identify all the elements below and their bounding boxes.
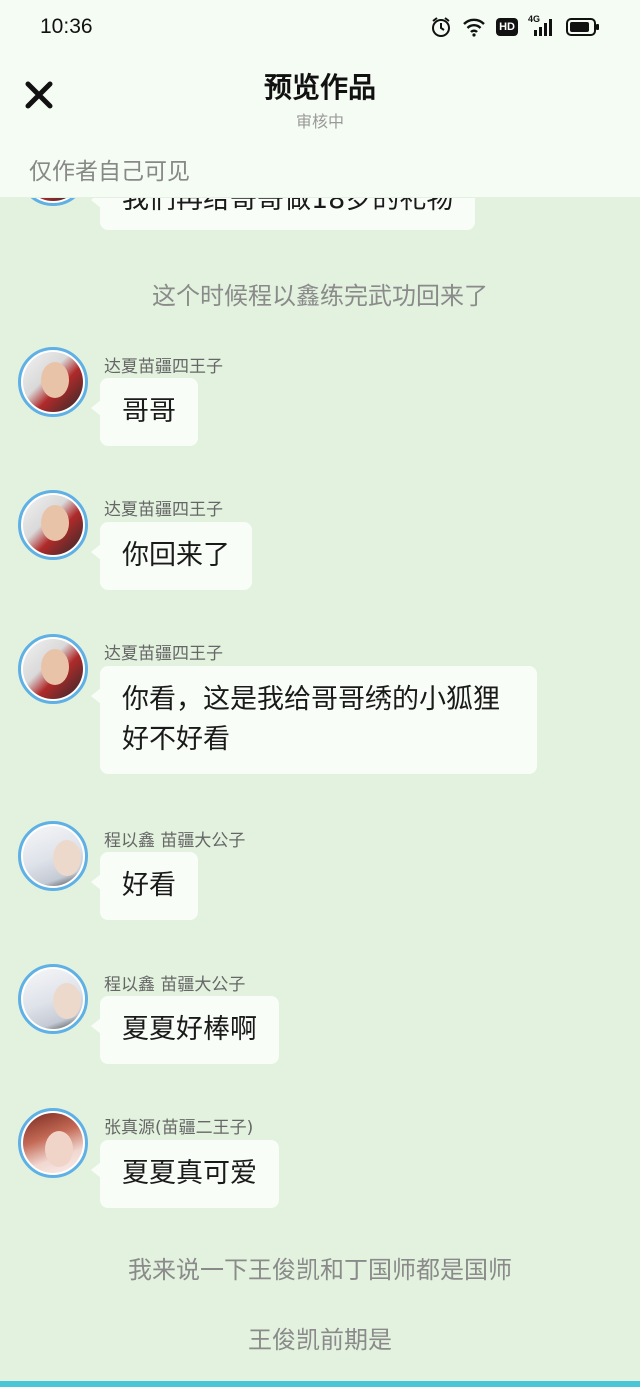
message-bubble: 我们再给哥哥做18岁的礼物 [90,198,476,230]
message-bubble[interactable]: 你回来了 [91,522,252,590]
battery-icon [566,17,600,37]
narration-text: 我来说一下王俊凯和丁国师都是国师 [128,1256,512,1284]
review-status: 审核中 [295,112,344,131]
message-bubble[interactable]: 哥哥 [91,378,198,446]
message-bubble[interactable]: 夏夏好棒啊 [91,996,279,1064]
page-title: 预览作品 [263,71,376,104]
sender-name: 达夏苗疆四王子 [104,357,223,377]
message-bubble[interactable]: 好看 [91,852,198,920]
narration-text: 这个时候程以鑫练完武功回来了 [152,282,488,310]
avatar-red-costume[interactable] [18,347,88,417]
avatar-red-costume[interactable] [18,634,88,704]
sender-name: 程以鑫 苗疆大公子 [104,975,246,995]
avatar[interactable] [18,198,88,206]
message-bubble[interactable]: 你看，这是我给哥哥绣的小狐狸好不好看 [91,666,537,774]
signal-4g-icon: 4G [528,14,556,38]
sender-name: 达夏苗疆四王子 [104,500,223,520]
alarm-icon [430,16,452,38]
message-bubble[interactable]: 夏夏真可爱 [91,1140,279,1208]
avatar-white-robe[interactable] [18,964,88,1034]
visibility-note: 仅作者自己可见 [29,159,190,185]
sender-name: 程以鑫 苗疆大公子 [104,831,246,851]
status-time: 10:36 [40,15,93,38]
bottom-accent-bar [0,1381,640,1387]
wifi-icon [462,17,486,37]
sender-name: 达夏苗疆四王子 [104,644,223,664]
avatar-red-costume[interactable] [18,490,88,560]
narration-text: 王俊凯前期是 [248,1326,392,1354]
header: 预览作品 审核中 仅作者自己可见 [0,56,640,198]
chat-area[interactable]: 我们再给哥哥做18岁的礼物 这个时候程以鑫练完武功回来了 达夏苗疆四王子 哥哥 … [0,198,640,1381]
avatar-pink-robe[interactable] [18,1108,88,1178]
avatar-white-robe[interactable] [18,821,88,891]
status-icons: HD 4G [430,14,600,38]
hd-icon: HD [496,18,518,36]
status-bar: 10:36 HD 4G [0,0,640,56]
sender-name: 张真源(苗疆二王子) [104,1118,254,1138]
hd-label: HD [499,21,515,33]
